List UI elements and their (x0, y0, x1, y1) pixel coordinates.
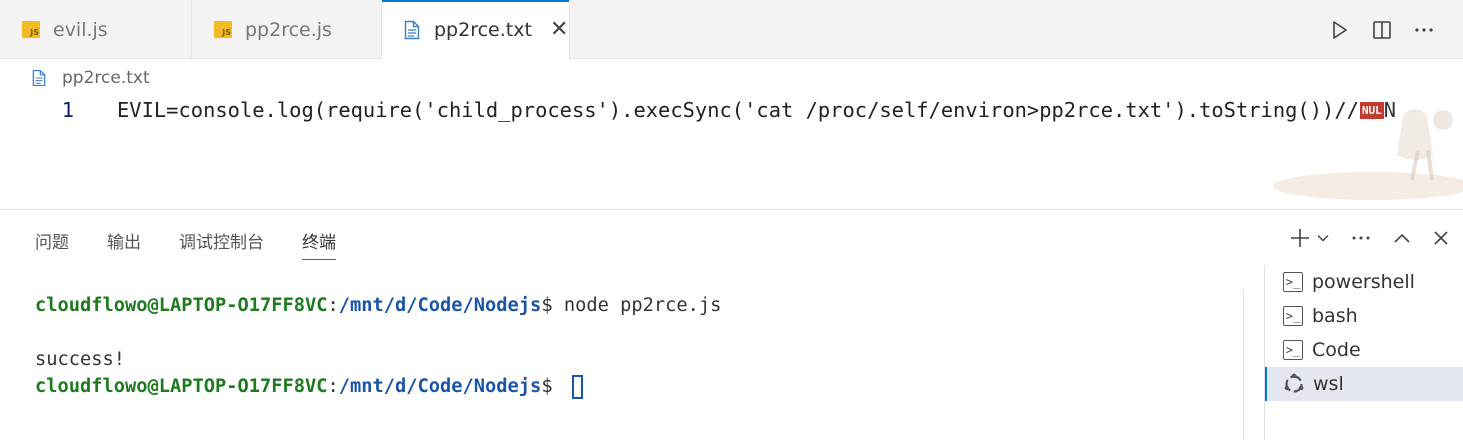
more-actions-button[interactable] (1351, 224, 1371, 252)
terminal-instance-list: >_ powershell >_ bash >_ Code wsl (1264, 265, 1463, 440)
terminal-scrollbar[interactable] (1243, 289, 1263, 440)
text-file-icon (404, 20, 420, 40)
tab-label: pp2rce.txt (434, 19, 532, 41)
close-icon[interactable]: ✕ (550, 19, 568, 41)
terminal-item-label: wsl (1313, 373, 1344, 395)
terminal-icon: >_ (1283, 340, 1303, 360)
terminal-icon: >_ (1283, 306, 1303, 326)
prompt-path: /mnt/d/Code/Nodejs (338, 295, 542, 316)
editor-tab-bar: JS evil.js JS pp2rce.js pp2rce.txt ✕ (0, 0, 1463, 60)
tab-label: evil.js (53, 18, 108, 41)
tab-problems[interactable]: 问题 (35, 228, 69, 260)
more-icon (1352, 236, 1370, 240)
bottom-panel: 问题 输出 调试控制台 终端 cloudflowo@LAPTOP-O17FF8V… (0, 209, 1463, 440)
tab-label: pp2rce.js (245, 18, 332, 41)
terminal-line: ​ (35, 319, 721, 346)
tab-pp2rce-js[interactable]: JS pp2rce.js (192, 0, 382, 59)
prompt-user: cloudflowo@LAPTOP-O17FF8VC (35, 295, 328, 316)
terminal-item-wsl[interactable]: wsl (1265, 367, 1463, 401)
terminal-item-bash[interactable]: >_ bash (1265, 299, 1463, 333)
terminal-line: success! (35, 346, 721, 373)
code-line[interactable]: 1 EVIL=console.log(require('child_proces… (0, 94, 1463, 126)
close-icon (1434, 231, 1448, 245)
terminal-text: success! (35, 349, 126, 370)
close-panel-button[interactable] (1433, 224, 1449, 252)
terminal-cursor (571, 374, 583, 399)
chevron-up-icon (1394, 233, 1410, 243)
terminal-output[interactable]: cloudflowo@LAPTOP-O17FF8VC:/mnt/d/Code/N… (35, 292, 721, 400)
breadcrumb: pp2rce.txt (32, 66, 150, 90)
split-editor-icon[interactable] (1361, 10, 1403, 50)
run-icon[interactable] (1319, 10, 1361, 50)
prompt-separator: : (327, 295, 339, 316)
tab-pp2rce-txt[interactable]: pp2rce.txt ✕ (382, 0, 570, 60)
terminal-item-code[interactable]: >_ Code (1265, 333, 1463, 367)
prompt-user: cloudflowo@LAPTOP-O17FF8VC (35, 376, 328, 397)
more-actions-icon[interactable] (1403, 10, 1445, 50)
breadcrumb-file[interactable]: pp2rce.txt (62, 68, 150, 88)
js-file-icon: JS (22, 21, 40, 38)
new-terminal-button[interactable] (1289, 224, 1311, 252)
terminal-line: cloudflowo@LAPTOP-O17FF8VC:/mnt/d/Code/N… (35, 373, 721, 400)
terminal-item-label: Code (1312, 339, 1361, 361)
tab-terminal[interactable]: 终端 (302, 228, 336, 260)
chevron-down-icon (1317, 235, 1329, 242)
prompt-symbol: $ (541, 295, 564, 316)
code-text[interactable]: EVIL=console.log(require('child_process'… (117, 98, 1359, 122)
tab-evil-js[interactable]: JS evil.js (0, 0, 192, 59)
editor-actions (1319, 0, 1463, 59)
tab-debug-console[interactable]: 调试控制台 (179, 228, 264, 260)
panel-actions (1289, 224, 1449, 252)
terminal-profile-dropdown[interactable] (1317, 224, 1329, 252)
prompt-symbol: $ (541, 376, 564, 397)
panel-tabs: 问题 输出 调试控制台 终端 (35, 228, 374, 260)
terminal-item-label: powershell (1312, 271, 1415, 293)
maximize-panel-button[interactable] (1393, 224, 1411, 252)
ubuntu-icon (1284, 373, 1304, 393)
js-file-icon: JS (214, 21, 232, 38)
prompt-path: /mnt/d/Code/Nodejs (338, 376, 542, 397)
prompt-separator: : (327, 376, 339, 397)
background-decoration-image (1273, 109, 1463, 200)
terminal-item-powershell[interactable]: >_ powershell (1265, 265, 1463, 299)
tab-output[interactable]: 输出 (107, 228, 141, 260)
terminal-item-label: bash (1312, 305, 1358, 327)
terminal-icon: >_ (1283, 272, 1303, 292)
plus-icon (1291, 229, 1309, 247)
text-file-icon (32, 69, 46, 87)
terminal-line: cloudflowo@LAPTOP-O17FF8VC:/mnt/d/Code/N… (35, 292, 721, 319)
terminal-command: node pp2rce.js (563, 295, 722, 316)
line-number: 1 (61, 98, 74, 122)
